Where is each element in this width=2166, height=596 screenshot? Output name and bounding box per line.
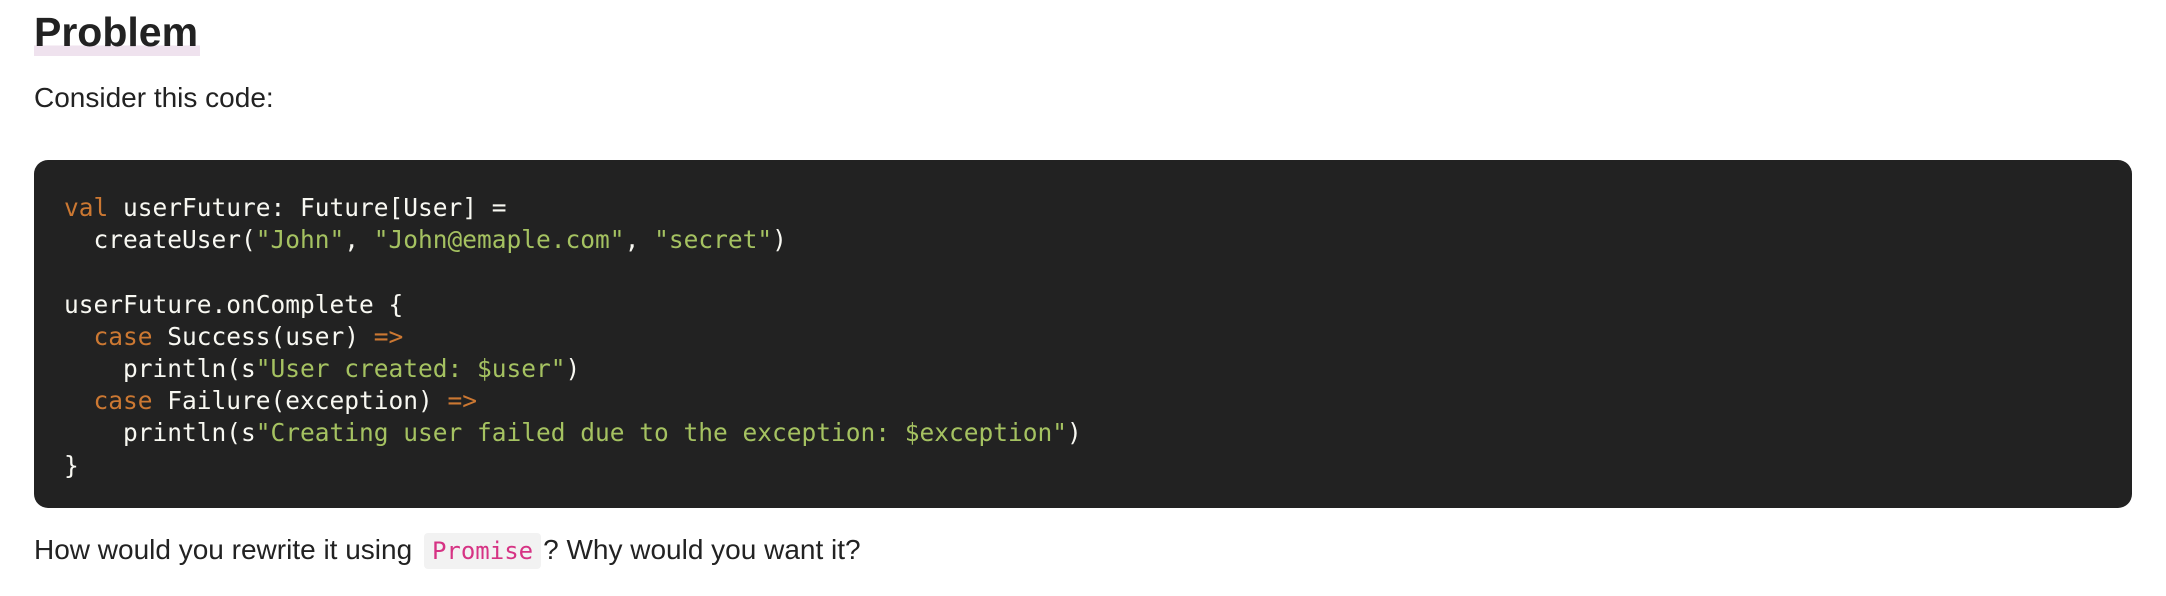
code-token: , [344, 225, 374, 255]
section-heading-text: Problem [34, 8, 201, 56]
question-text-before: How would you rewrite it using [34, 534, 420, 565]
code-string: "Creating user failed due to the excepti… [255, 418, 1068, 448]
code-token: println(s [64, 353, 256, 383]
code-line: case Success(user) => [64, 321, 2102, 353]
content: Problem Consider this code: val userFutu… [34, 0, 2132, 569]
code-line: createUser("John", "John@emaple.com", "s… [64, 224, 2102, 256]
question-text-after: ? Why would you want it? [543, 534, 861, 565]
code-token: ) [772, 225, 787, 255]
code-operator: => [373, 321, 404, 351]
code-token: ) [565, 353, 581, 383]
code-keyword: case [93, 321, 153, 351]
code-token: createUser( [64, 225, 256, 255]
code-line: userFuture.onComplete { [64, 289, 2102, 321]
code-line: println(s"User created: $user") [64, 353, 2102, 385]
section-heading: Problem [34, 0, 2132, 56]
code-token: , [624, 225, 655, 255]
code-line: } [64, 450, 2102, 482]
code-string: "John" [255, 225, 345, 255]
code-line: case Failure(exception) => [64, 385, 2102, 417]
question-text: How would you rewrite it using Promise? … [34, 532, 2132, 569]
code-token: Failure(exception) [152, 386, 448, 416]
code-operator: => [447, 386, 478, 416]
code-token: userFuture.onComplete { [64, 289, 404, 319]
code-token: println(s [64, 418, 256, 448]
code-token: ) [1067, 418, 1082, 448]
code-line: println(s"Creating user failed due to th… [64, 417, 2102, 449]
code-token: Success(user) [152, 321, 374, 351]
code-string: "User created: $user" [255, 353, 566, 383]
code-token: userFuture: Future[User] = [108, 193, 507, 222]
code-string: "secret" [654, 225, 773, 255]
inline-code-promise: Promise [423, 533, 542, 569]
code-keyword: val [64, 193, 109, 222]
code-token: } [64, 450, 79, 480]
code-string: "John@emaple.com" [373, 225, 625, 255]
code-line: val userFuture: Future[User] = [64, 192, 2102, 224]
code-keyword: case [93, 386, 153, 416]
code-block: val userFuture: Future[User] = createUse… [34, 160, 2132, 508]
intro-text: Consider this code: [34, 82, 274, 113]
